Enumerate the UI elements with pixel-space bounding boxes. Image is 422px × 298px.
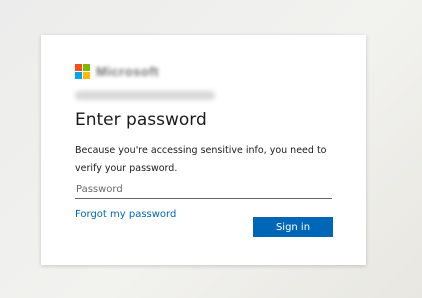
sign-in-button[interactable]: Sign in (253, 217, 333, 237)
logo-square-red (75, 63, 82, 71)
microsoft-logo: Microsoft (75, 63, 159, 79)
login-card: Microsoft Enter password Because you're … (41, 35, 366, 265)
logo-square-blue (75, 71, 82, 79)
account-identity-blurred (75, 91, 215, 100)
microsoft-logo-icon (75, 63, 90, 79)
password-input[interactable] (75, 180, 332, 199)
logo-square-green (83, 63, 90, 71)
page-title: Enter password (75, 110, 207, 130)
microsoft-logo-text: Microsoft (96, 63, 159, 79)
forgot-password-link[interactable]: Forgot my password (75, 209, 176, 220)
logo-square-yellow (83, 71, 90, 79)
description-text: Because you're accessing sensitive info,… (75, 145, 327, 174)
